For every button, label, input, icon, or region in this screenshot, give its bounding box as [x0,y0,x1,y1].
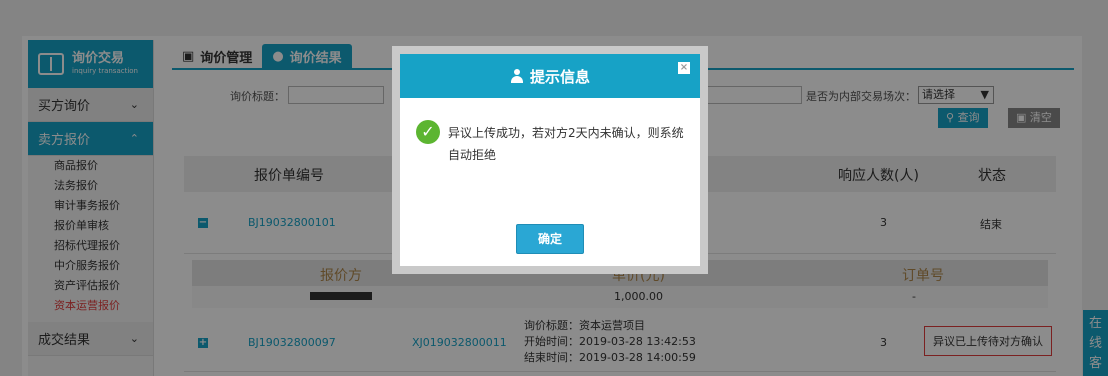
dialog-message: 异议上传成功，若对方2天内未确认，则系统自动拒绝 [448,126,684,162]
user-icon [510,69,524,83]
alert-dialog: 提示信息 × ✓ 异议上传成功，若对方2天内未确认，则系统自动拒绝 确定 [400,54,700,266]
dialog-body: ✓ 异议上传成功，若对方2天内未确认，则系统自动拒绝 [416,120,686,166]
close-icon[interactable]: × [678,62,690,74]
dialog-header: 提示信息 × [400,54,700,98]
confirm-button[interactable]: 确定 [516,224,584,254]
dialog-frame: 提示信息 × ✓ 异议上传成功，若对方2天内未确认，则系统自动拒绝 确定 [392,46,708,274]
check-icon: ✓ [416,120,440,144]
dialog-title: 提示信息 [529,67,590,86]
